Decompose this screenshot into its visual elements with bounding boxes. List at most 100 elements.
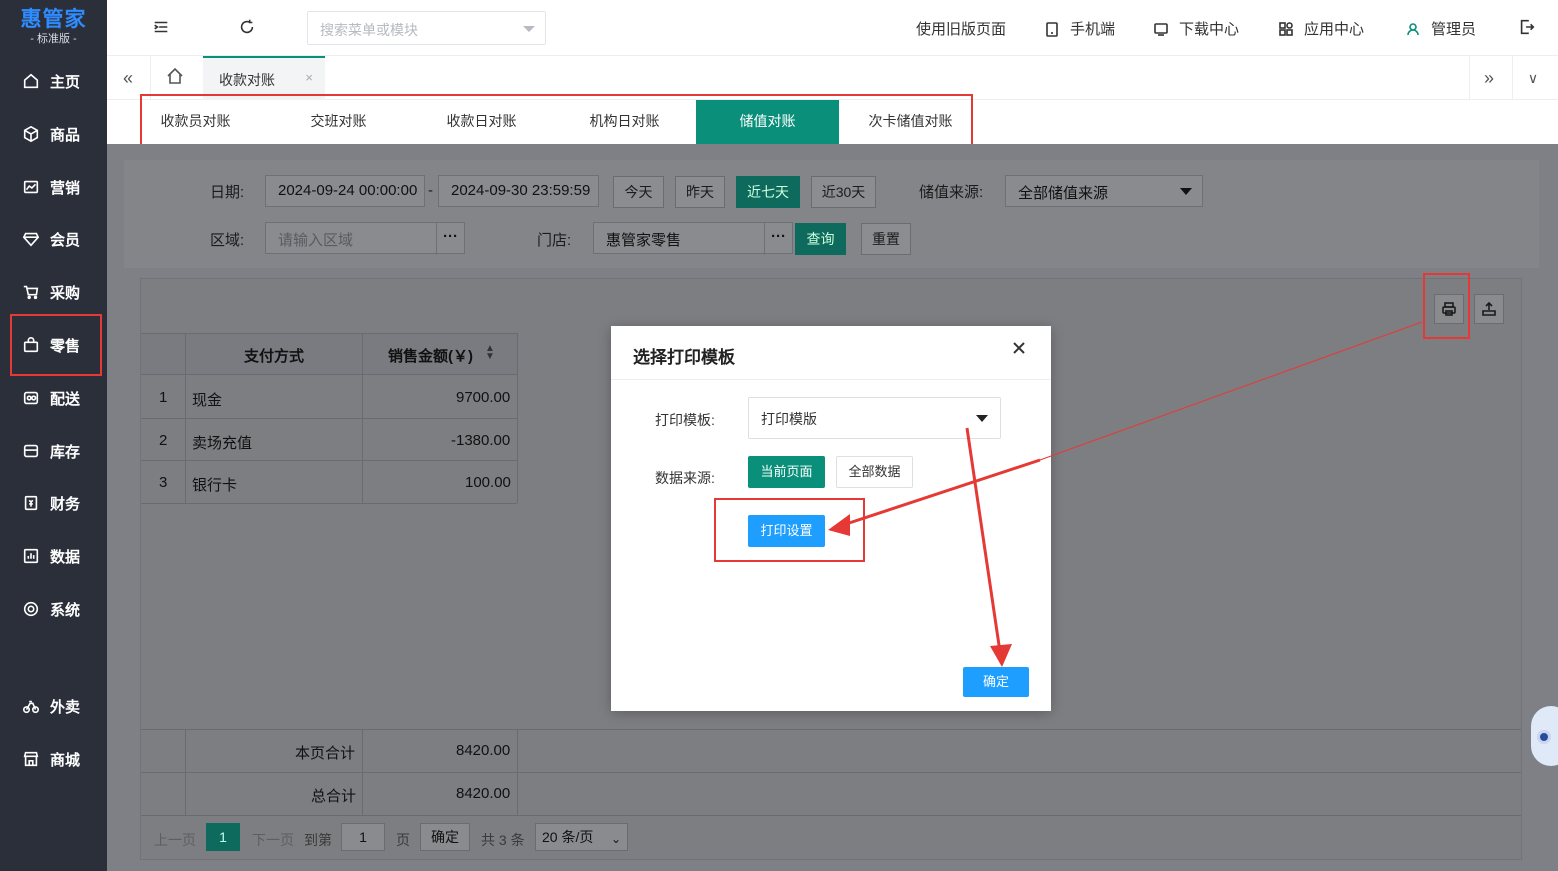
sidebar-item-label: 商品 xyxy=(50,126,81,144)
phone-icon xyxy=(1046,21,1058,37)
menu-collapse-icon[interactable] xyxy=(152,18,172,38)
sidebar-item-data[interactable]: 数据 xyxy=(0,531,107,581)
more-icon[interactable]: ··· xyxy=(436,223,464,255)
tab-scroll-right-icon[interactable]: » xyxy=(1477,66,1501,90)
logo: 惠管家 - 标准版 - xyxy=(0,0,107,56)
sidebar-item-member[interactable]: 会员 xyxy=(0,214,107,264)
chart-icon xyxy=(22,178,40,196)
sidebar-item-label: 零售 xyxy=(50,337,81,355)
monitor-icon xyxy=(1154,22,1168,36)
user-menu[interactable]: 管理员 xyxy=(1405,18,1476,39)
more-icon[interactable]: ··· xyxy=(764,223,792,255)
sidebar-item-label: 外卖 xyxy=(50,698,81,716)
page-size-select[interactable]: 20 条/页 ⌄ xyxy=(535,823,628,851)
store-input[interactable]: 惠管家零售 ··· xyxy=(593,222,793,255)
last-7-days-button[interactable]: 近七天 xyxy=(736,176,800,208)
page-size-value: 20 条/页 xyxy=(542,829,594,845)
brand-edition: - 标准版 - xyxy=(30,33,77,45)
bag-icon xyxy=(22,336,40,354)
sidebar-item-system[interactable]: 系统 xyxy=(0,584,107,634)
logout-icon[interactable] xyxy=(1518,18,1538,38)
refresh-icon[interactable] xyxy=(238,18,258,38)
home-tab-icon[interactable] xyxy=(165,66,189,90)
row-divider xyxy=(141,460,517,461)
region-input[interactable]: 请输入区域 ··· xyxy=(265,222,465,255)
last-30-days-button[interactable]: 近30天 xyxy=(811,176,876,208)
close-icon[interactable]: × xyxy=(305,70,313,85)
chevron-down-icon xyxy=(1180,188,1192,195)
old-page-label: 使用旧版页面 xyxy=(916,21,1007,38)
sidebar-item-home[interactable]: 主页 xyxy=(0,56,107,106)
download-center-link[interactable]: 下载中心 xyxy=(1153,18,1239,39)
sidebar-item-retail[interactable]: 零售 xyxy=(9,313,103,377)
sidebar-item-inventory[interactable]: 库存 xyxy=(0,426,107,476)
sidebar-item-takeaway[interactable]: 外卖 xyxy=(0,681,107,731)
store-value: 惠管家零售 xyxy=(606,232,682,249)
app-center-link[interactable]: 应用中心 xyxy=(1278,18,1364,39)
date-end-input[interactable]: 2024-09-30 23:59:59 xyxy=(438,175,599,207)
goto-page-input[interactable]: 1 xyxy=(341,823,385,851)
sidebar-item-marketing[interactable]: 营销 xyxy=(0,162,107,212)
tab-scroll-left-icon[interactable]: « xyxy=(116,66,140,90)
chevron-down-icon xyxy=(523,26,535,32)
mobile-label: 手机端 xyxy=(1070,21,1116,38)
data-icon xyxy=(22,547,40,565)
source-value: 全部储值来源 xyxy=(1018,185,1109,202)
export-icon xyxy=(1482,301,1496,316)
yesterday-button[interactable]: 昨天 xyxy=(675,176,725,208)
row-method: 卖场充值 xyxy=(192,435,253,452)
apps-label: 应用中心 xyxy=(1304,21,1365,38)
sidebar-item-label: 配送 xyxy=(50,390,81,408)
divider xyxy=(1512,56,1513,100)
sidebar-item-goods[interactable]: 商品 xyxy=(0,109,107,159)
sort-icon[interactable]: ▲ ▼ xyxy=(485,344,495,362)
row-divider xyxy=(141,729,1521,730)
today-button[interactable]: 今天 xyxy=(613,176,664,208)
prev-page-button[interactable]: 上一页 xyxy=(154,830,196,850)
source-select[interactable]: 全部储值来源 xyxy=(1005,175,1203,207)
page-number-current[interactable]: 1 xyxy=(206,823,240,851)
next-page-button[interactable]: 下一页 xyxy=(252,830,294,850)
row-index: 3 xyxy=(159,474,168,491)
chat-assistant-widget[interactable] xyxy=(1531,706,1558,766)
sidebar-item-finance[interactable]: 财务 xyxy=(0,478,107,528)
assistant-icon xyxy=(1537,730,1551,744)
header-sales-amount[interactable]: 销售金额(￥) xyxy=(388,345,473,366)
old-page-link[interactable]: 使用旧版页面 xyxy=(916,18,1006,39)
search-input[interactable]: 搜索菜单或模块 xyxy=(307,11,546,45)
header-payment-method: 支付方式 xyxy=(244,348,305,365)
brand-name: 惠管家 xyxy=(20,8,87,31)
mobile-link[interactable]: 手机端 xyxy=(1044,18,1115,39)
row-index: 1 xyxy=(159,389,168,406)
shop-icon xyxy=(22,750,40,768)
current-page-button[interactable]: 当前页面 xyxy=(748,456,825,488)
template-value: 打印模版 xyxy=(761,411,817,427)
confirm-button[interactable]: 确定 xyxy=(963,667,1029,697)
sidebar-item-purchase[interactable]: 采购 xyxy=(0,267,107,317)
row-amount: 9700.00 xyxy=(456,389,511,406)
dialog-title: 选择打印模板 xyxy=(611,326,1051,380)
delivery-icon xyxy=(22,389,40,407)
query-button[interactable]: 查询 xyxy=(795,223,846,255)
reset-button[interactable]: 重置 xyxy=(861,223,911,255)
goto-label: 到第 xyxy=(304,832,332,848)
total-count: 共 3 条 xyxy=(481,832,525,848)
top-bar: 搜索菜单或模块 使用旧版页面 手机端 下载中心 应用中心 管理员 xyxy=(107,0,1558,56)
sidebar: 惠管家 - 标准版 - 主页 商品 营销 会员 采购 零售 配送 库存 财务 数… xyxy=(0,0,107,871)
sidebar-item-delivery[interactable]: 配送 xyxy=(0,373,107,423)
all-data-button[interactable]: 全部数据 xyxy=(836,456,913,488)
home-icon xyxy=(22,72,40,90)
date-separator: - xyxy=(428,182,433,199)
sidebar-item-label: 采购 xyxy=(50,284,81,302)
sidebar-item-mall[interactable]: 商城 xyxy=(0,734,107,784)
storage-icon xyxy=(22,442,40,460)
goto-confirm-button[interactable]: 确定 xyxy=(420,823,470,851)
export-button[interactable] xyxy=(1474,294,1504,324)
chevron-down-icon[interactable]: ∨ xyxy=(1521,66,1545,90)
template-select[interactable]: 打印模版 xyxy=(748,397,1001,439)
row-divider xyxy=(141,418,517,419)
source-label: 储值来源: xyxy=(919,184,984,201)
close-icon[interactable] xyxy=(1011,340,1033,362)
sidebar-item-label: 营销 xyxy=(50,179,81,197)
date-start-input[interactable]: 2024-09-24 00:00:00 xyxy=(265,175,425,207)
